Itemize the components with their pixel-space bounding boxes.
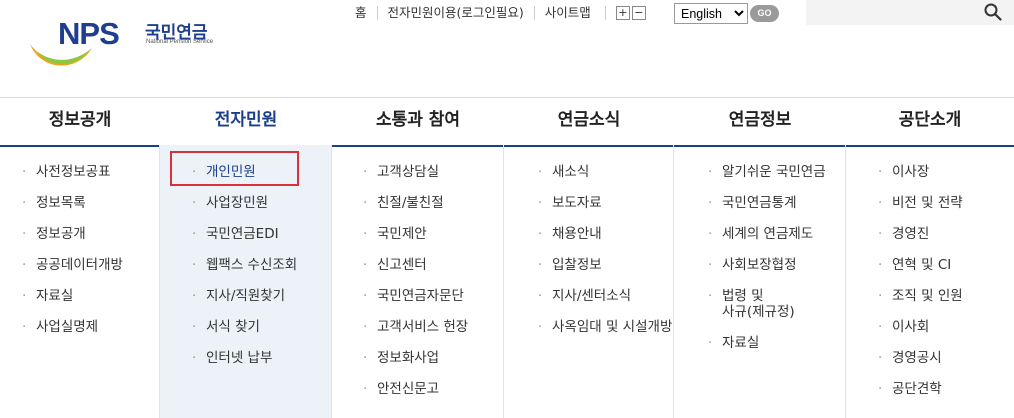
menu-item[interactable]: 세계의 연금제도 — [708, 226, 845, 257]
submenu-pension-news: 새소식 보도자료 채용안내 입찰정보 지사/센터소식 사옥임대 및 시설개방 — [504, 145, 674, 418]
submenu-communication: 고객상담실 친절/불친절 국민제안 신고센터 국민연금자문단 고객서비스 헌장 … — [332, 145, 504, 418]
menu-item[interactable]: 입찰정보 — [538, 257, 673, 288]
logo-mark: NPS — [58, 16, 120, 51]
menu-item[interactable]: 자료실 — [708, 335, 845, 366]
selection-highlight-box — [170, 151, 299, 186]
menu-item[interactable]: 연혁 및 CI — [878, 257, 1014, 288]
menu-item[interactable]: 고객상담실 — [363, 164, 503, 195]
submenu-about-nps: 이사장 비전 및 전략 경영진 연혁 및 CI 조직 및 인원 이사회 경영공시… — [846, 145, 1014, 418]
tab-about-nps[interactable]: 공단소개 — [846, 98, 1014, 145]
font-increase-button[interactable]: + — [615, 6, 630, 20]
menu-item[interactable]: 고객서비스 헌장 — [363, 319, 503, 350]
menu-item[interactable]: 경영공시 — [878, 350, 1014, 381]
tab-e-civil-service[interactable]: 전자민원 — [160, 98, 332, 145]
logo-english-name: National Pension Service — [146, 39, 214, 45]
submenu-info-disclosure: 사전정보공표 정보목록 정보공개 공공데이터개방 자료실 사업실명제 — [0, 145, 160, 418]
mega-menu: 사전정보공표 정보목록 정보공개 공공데이터개방 자료실 사업실명제 개인민원 … — [0, 145, 1014, 418]
menu-item[interactable]: 경영진 — [878, 226, 1014, 257]
menu-item[interactable]: 웹팩스 수신조회 — [192, 257, 331, 288]
menu-item[interactable]: 국민제안 — [363, 226, 503, 257]
menu-item[interactable]: 사업실명제 — [22, 319, 159, 350]
search-icon[interactable] — [984, 3, 1002, 21]
menu-item[interactable]: 보도자료 — [538, 195, 673, 226]
menu-item[interactable]: 국민연금통계 — [708, 195, 845, 226]
submenu-pension-info: 알기쉬운 국민연금 국민연금통계 세계의 연금제도 사회보장협정 법령 및 사규… — [674, 145, 846, 418]
menu-item[interactable]: 사전정보공표 — [22, 164, 159, 195]
menu-item[interactable]: 이사장 — [878, 164, 1014, 195]
go-button[interactable]: GO — [750, 5, 779, 22]
menu-item[interactable]: 사회보장협정 — [708, 257, 845, 288]
menu-item[interactable]: 공공데이터개방 — [22, 257, 159, 288]
menu-item[interactable]: 국민연금자문단 — [363, 288, 503, 319]
menu-item[interactable]: 서식 찾기 — [192, 319, 331, 350]
menu-item[interactable]: 이사회 — [878, 319, 1014, 350]
menu-item[interactable]: 사옥임대 및 시설개방 — [538, 319, 673, 350]
menu-item[interactable]: 공단견학 — [878, 381, 1014, 412]
menu-item[interactable]: 정보목록 — [22, 195, 159, 226]
tab-communication[interactable]: 소통과 참여 — [332, 98, 504, 145]
menu-item[interactable]: 친절/불친절 — [363, 195, 503, 226]
menu-item[interactable]: 정보공개 — [22, 226, 159, 257]
sitemap-link[interactable]: 사이트맵 — [533, 6, 601, 20]
menu-item[interactable]: 새소식 — [538, 164, 673, 195]
nps-logo[interactable]: NPS 국민연금 National Pension Service — [28, 14, 228, 74]
menu-item[interactable]: 알기쉬운 국민연금 — [708, 164, 845, 195]
home-link[interactable]: 홈 — [355, 6, 377, 20]
search-input[interactable] — [806, 0, 1014, 25]
menu-item[interactable]: 인터넷 납부 — [192, 350, 331, 381]
menu-item[interactable]: 자료실 — [22, 288, 159, 319]
main-navigation: 정보공개 전자민원 소통과 참여 연금소식 연금정보 공단소개 — [0, 97, 1014, 147]
menu-item[interactable]: 국민연금EDI — [192, 226, 331, 257]
menu-item[interactable]: 안전신문고 — [363, 381, 503, 412]
menu-item[interactable]: 지사/센터소식 — [538, 288, 673, 319]
font-decrease-button[interactable]: − — [631, 6, 646, 20]
menu-item[interactable]: 사업장민원 — [192, 195, 331, 226]
menu-item[interactable]: 지사/직원찾기 — [192, 288, 331, 319]
tab-pension-news[interactable]: 연금소식 — [504, 98, 674, 145]
menu-item[interactable]: 채용안내 — [538, 226, 673, 257]
tab-pension-info[interactable]: 연금정보 — [674, 98, 846, 145]
tab-info-disclosure[interactable]: 정보공개 — [0, 98, 160, 145]
menu-item[interactable]: 비전 및 전략 — [878, 195, 1014, 226]
menu-item-laws-regulations[interactable]: 법령 및 사규(제규정) — [708, 288, 845, 335]
font-size-controls: + − — [604, 6, 656, 20]
menu-item[interactable]: 조직 및 인원 — [878, 288, 1014, 319]
language-select[interactable]: English — [674, 3, 748, 24]
utility-menu: 홈 전자민원이용(로그인필요) 사이트맵 + − — [355, 4, 656, 22]
e-civil-login-link[interactable]: 전자민원이용(로그인필요) — [376, 6, 534, 20]
menu-item[interactable]: 정보화사업 — [363, 350, 503, 381]
menu-item[interactable]: 신고센터 — [363, 257, 503, 288]
